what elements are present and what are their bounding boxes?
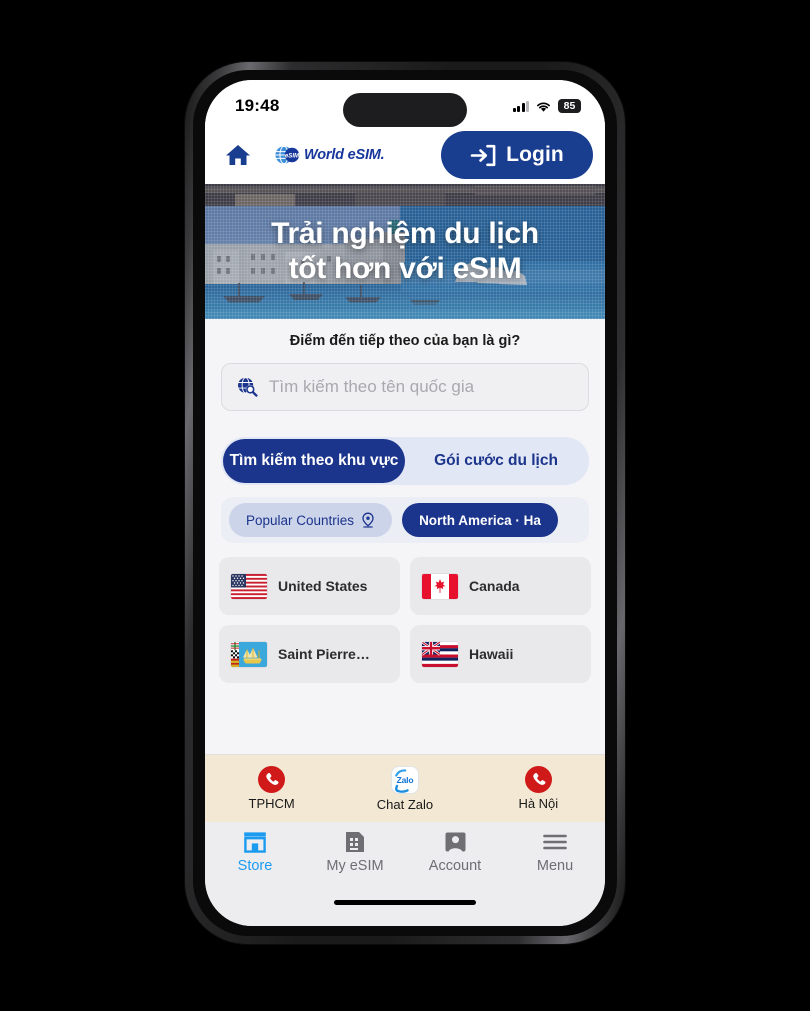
country-grid: United States Canada Saint Pierre… Hawai… (219, 557, 591, 683)
account-icon (445, 832, 465, 852)
status-time: 19:48 (235, 96, 280, 115)
search-placeholder: Tìm kiếm theo tên quốc gia (269, 377, 475, 396)
country-card-hawaii[interactable]: Hawaii (410, 625, 591, 683)
nav-item-my-esim[interactable]: My eSIM (305, 830, 405, 874)
region-chip-bar[interactable]: Popular Countries North America · Ha (221, 497, 589, 543)
flag-pm-icon (231, 641, 267, 667)
wifi-icon (537, 101, 550, 112)
bottom-nav: Store My eSIM Account Menu (205, 822, 605, 894)
brand-name: World eSIM. (304, 147, 385, 163)
nav-item-account[interactable]: Account (405, 830, 505, 874)
globe-search-icon (238, 376, 258, 397)
search-heading: Điểm đến tiếp theo của bạn là gì? (289, 333, 521, 349)
phone-icon (524, 766, 552, 793)
flag-hi-icon (422, 641, 458, 667)
contact-label: Chat Zalo (376, 796, 434, 812)
store-icon (244, 832, 266, 853)
hero-line-1: Trải nghiệm du lịch (271, 216, 539, 250)
login-arrow-icon (470, 144, 496, 166)
tab-travel-plans[interactable]: Gói cước du lịch (405, 439, 587, 483)
phone-screen: 19:48 85 eSIM World eSIM. Login Trải ngh… (205, 80, 605, 926)
cellular-signal-icon (512, 100, 529, 112)
nav-label: Store (237, 858, 273, 874)
mode-tab-group: Tìm kiếm theo khu vực Gói cước du lịch (221, 437, 589, 485)
dynamic-island (343, 93, 467, 127)
country-card-canada[interactable]: Canada (410, 557, 591, 615)
home-indicator[interactable] (334, 900, 476, 905)
country-name: Hawaii (469, 646, 514, 662)
flag-ca-icon (422, 573, 458, 599)
sim-card-icon (346, 832, 364, 852)
country-name: Saint Pierre… (278, 646, 370, 662)
contact-tphcm[interactable]: TPHCM (205, 766, 338, 811)
search-input[interactable]: Tìm kiếm theo tên quốc gia (221, 363, 589, 411)
home-indicator-zone (205, 894, 605, 926)
nav-label: My eSIM (326, 858, 384, 874)
country-card-saint-pierre[interactable]: Saint Pierre… (219, 625, 400, 683)
nav-label: Account (428, 858, 482, 874)
hamburger-menu-icon (543, 834, 567, 850)
brand-logo[interactable]: eSIM World eSIM. (275, 144, 385, 166)
contact-bar: TPHCM Zalo Chat Zalo Hà Nội (205, 754, 605, 822)
contact-chat-zalo[interactable]: Zalo Chat Zalo (338, 765, 471, 812)
country-name: Canada (469, 578, 520, 594)
globe-logo-icon: eSIM (275, 144, 301, 166)
hero-headline: Trải nghiệm du lịch tốt hơn với eSIM (205, 184, 605, 319)
contact-hanoi[interactable]: Hà Nội (472, 766, 605, 811)
phone-icon (258, 766, 286, 793)
home-icon[interactable] (223, 140, 253, 170)
app-header: eSIM World eSIM. Login (205, 126, 605, 184)
status-indicators: 85 (512, 93, 581, 113)
chip-popular-countries-label: Popular Countries (246, 512, 355, 528)
country-name: United States (278, 578, 368, 594)
nav-item-menu[interactable]: Menu (505, 830, 605, 874)
login-label: Login (506, 143, 564, 166)
tab-search-by-region[interactable]: Tìm kiếm theo khu vực (223, 439, 405, 483)
flag-us-icon (231, 573, 267, 599)
country-card-united-states[interactable]: United States (219, 557, 400, 615)
zalo-label: Zalo (396, 774, 414, 785)
nav-label: Menu (536, 858, 574, 874)
hero-banner: Trải nghiệm du lịch tốt hơn với eSIM (205, 184, 605, 319)
chip-north-america[interactable]: North America · Ha (402, 503, 558, 537)
main-content: Điểm đến tiếp theo của bạn là gì? Tìm ki… (205, 319, 605, 754)
contact-label: Hà Nội (518, 796, 559, 811)
zalo-icon: Zalo (390, 765, 419, 794)
battery-badge: 85 (558, 99, 581, 113)
login-button[interactable]: Login (441, 131, 593, 179)
chip-popular-countries[interactable]: Popular Countries (229, 503, 393, 537)
location-pin-icon (362, 512, 374, 528)
svg-text:eSIM: eSIM (285, 152, 300, 159)
search-section: Điểm đến tiếp theo của bạn là gì? Tìm ki… (205, 319, 605, 421)
hero-line-2: tốt hơn với eSIM (288, 251, 522, 285)
nav-item-store[interactable]: Store (205, 830, 305, 874)
contact-label: TPHCM (248, 796, 295, 811)
status-bar: 19:48 85 (205, 80, 605, 127)
